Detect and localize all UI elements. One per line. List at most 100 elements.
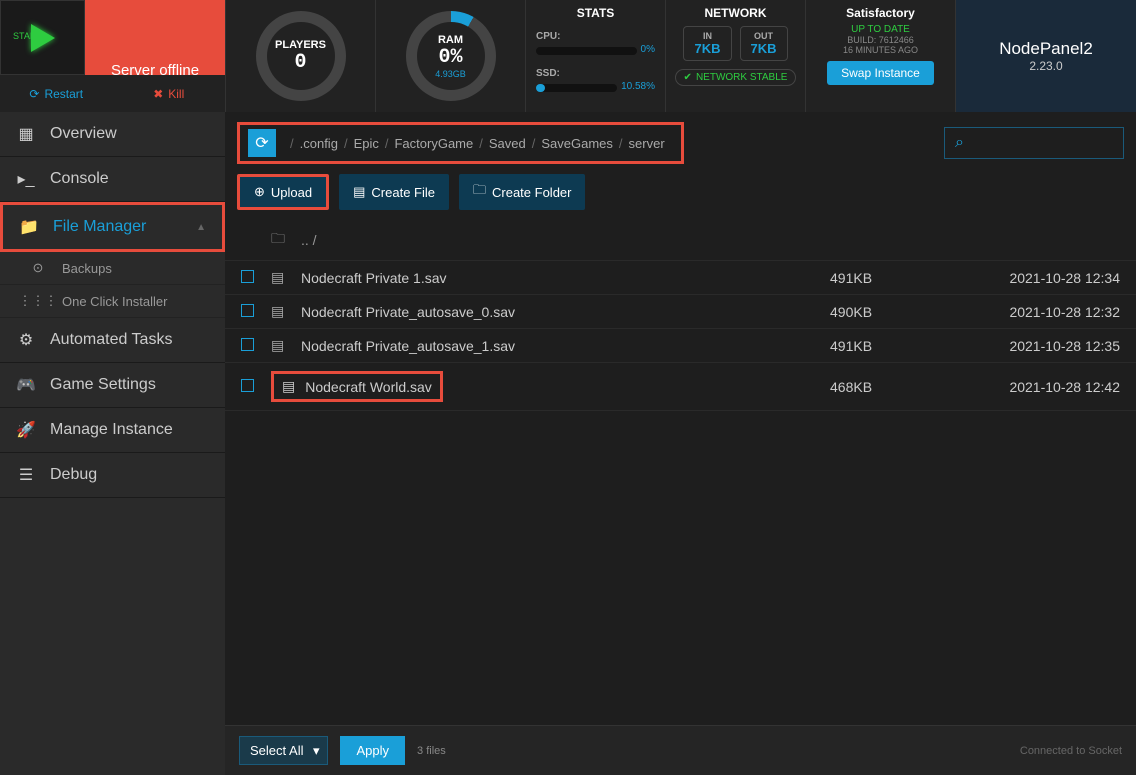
row-checkbox[interactable]: [241, 338, 254, 351]
cpu-label: CPU:: [536, 31, 560, 42]
brand-name: NodePanel2: [999, 39, 1093, 59]
players-label: PLAYERS: [275, 39, 326, 51]
sidebar-item-game-settings[interactable]: 🎮 Game Settings: [0, 363, 225, 408]
kill-label: Kill: [168, 87, 184, 101]
kill-button[interactable]: ✖ Kill: [113, 75, 226, 112]
sidebar-item-label: Game Settings: [50, 376, 156, 394]
breadcrumb: ⟳ /.config /Epic /FactoryGame /Saved /Sa…: [237, 122, 684, 164]
kill-icon: ✖: [153, 87, 163, 101]
upload-button[interactable]: ⊕ Upload: [237, 174, 329, 210]
apply-button[interactable]: Apply: [340, 736, 405, 765]
swap-instance-button[interactable]: Swap Instance: [827, 61, 934, 85]
file-size: 491KB: [830, 338, 970, 354]
network-stable-badge: ✔ NETWORK STABLE: [675, 69, 797, 86]
game-status: UP TO DATE: [812, 24, 949, 35]
create-folder-label: Create Folder: [492, 185, 571, 200]
ssd-label: SSD:: [536, 68, 560, 79]
file-icon: ▤: [271, 337, 301, 354]
search-input[interactable]: ⌕: [944, 127, 1124, 159]
brand-block: NodePanel2 2.23.0: [955, 0, 1136, 112]
file-icon: ▤: [271, 269, 301, 286]
chevron-up-icon: ▲: [196, 222, 206, 233]
up-directory-row[interactable]: 🗀 .. /: [225, 220, 1136, 261]
ram-sub: 4.93GB: [435, 69, 466, 79]
file-icon: ▤: [271, 303, 301, 320]
sidebar-item-label: Backups: [62, 261, 112, 276]
game-build: BUILD: 7612466: [812, 35, 949, 45]
sidebar-item-label: File Manager: [53, 218, 146, 236]
file-row[interactable]: ▤ Nodecraft Private_autosave_1.sav 491KB…: [225, 329, 1136, 363]
gamepad-icon: 🎮: [16, 375, 36, 395]
network-out: OUT 7KB: [740, 26, 788, 61]
players-gauge: PLAYERS 0: [225, 0, 375, 112]
file-size: 468KB: [830, 379, 970, 395]
row-checkbox[interactable]: [241, 304, 254, 317]
ssd-pct: 10.58%: [621, 81, 655, 92]
sidebar-item-label: Automated Tasks: [50, 331, 172, 349]
folder-icon: 🗀: [271, 228, 301, 252]
sidebar-item-label: Manage Instance: [50, 421, 173, 439]
highlighted-file: ▤ Nodecraft World.sav: [271, 371, 443, 402]
sidebar-item-label: Overview: [50, 125, 117, 143]
file-row[interactable]: ▤ Nodecraft Private_autosave_0.sav 490KB…: [225, 295, 1136, 329]
installer-icon: ⋮⋮⋮: [28, 293, 48, 309]
breadcrumb-path[interactable]: /.config /Epic /FactoryGame /Saved /Save…: [282, 136, 673, 151]
network-title: NETWORK: [672, 6, 799, 20]
file-date: 2021-10-28 12:32: [970, 304, 1120, 320]
sidebar-item-backups[interactable]: ⊙ Backups: [0, 252, 225, 285]
network-block: NETWORK IN 7KB OUT 7KB ✔ NETWORK STABLE: [665, 0, 805, 112]
folder-icon: 📁: [19, 217, 39, 237]
create-folder-button[interactable]: 🗀 Create Folder: [459, 174, 586, 210]
start-button[interactable]: START: [0, 0, 85, 75]
tasks-icon: ⚙: [16, 330, 36, 350]
sidebar: ▦ Overview ▸_ Console 📁 File Manager ▲ ⊙…: [0, 112, 225, 775]
ram-label: RAM: [438, 34, 463, 46]
footer: Select All Apply 3 files Connected to So…: [225, 725, 1136, 775]
file-date: 2021-10-28 12:34: [970, 270, 1120, 286]
file-table: 🗀 .. / ▤ Nodecraft Private 1.sav 491KB 2…: [225, 220, 1136, 725]
backup-icon: ⊙: [28, 260, 48, 276]
cpu-pct: 0%: [641, 44, 655, 55]
grid-icon: ▦: [16, 124, 36, 144]
sidebar-item-automated-tasks[interactable]: ⚙ Automated Tasks: [0, 318, 225, 363]
create-file-button[interactable]: ▤ Create File: [339, 174, 449, 210]
file-size: 491KB: [830, 270, 970, 286]
sidebar-item-one-click-installer[interactable]: ⋮⋮⋮ One Click Installer: [0, 285, 225, 318]
game-time: 16 MINUTES AGO: [812, 45, 949, 55]
sidebar-item-label: One Click Installer: [62, 294, 167, 309]
sidebar-item-manage-instance[interactable]: 🚀 Manage Instance: [0, 408, 225, 453]
restart-icon: ⟳: [29, 87, 39, 101]
folder-icon: 🗀: [473, 181, 486, 203]
row-checkbox[interactable]: [241, 270, 254, 283]
sidebar-item-label: Debug: [50, 466, 97, 484]
network-in: IN 7KB: [683, 26, 731, 61]
select-all-dropdown[interactable]: Select All: [239, 736, 328, 765]
game-block: Satisfactory UP TO DATE BUILD: 7612466 1…: [805, 0, 955, 112]
stats-title: STATS: [536, 6, 655, 20]
restart-label: Restart: [44, 87, 83, 101]
sidebar-item-debug[interactable]: ☰ Debug: [0, 453, 225, 498]
sidebar-item-file-manager[interactable]: 📁 File Manager ▲: [0, 202, 225, 252]
sidebar-item-console[interactable]: ▸_ Console: [0, 157, 225, 202]
restart-button[interactable]: ⟳ Restart: [0, 75, 113, 112]
upload-icon: ⊕: [254, 184, 265, 200]
file-icon: ▤: [282, 378, 295, 395]
file-name: Nodecraft Private_autosave_0.sav: [301, 304, 830, 320]
refresh-button[interactable]: ⟳: [248, 129, 276, 157]
ram-value: 0%: [438, 46, 462, 69]
terminal-icon: ▸_: [16, 169, 36, 189]
brand-version: 2.23.0: [1029, 59, 1062, 73]
content: ⟳ /.config /Epic /FactoryGame /Saved /Sa…: [225, 112, 1136, 775]
sidebar-item-label: Console: [50, 170, 109, 188]
file-date: 2021-10-28 12:35: [970, 338, 1120, 354]
row-checkbox[interactable]: [241, 379, 254, 392]
sidebar-item-overview[interactable]: ▦ Overview: [0, 112, 225, 157]
players-value: 0: [294, 51, 306, 74]
check-icon: ✔: [684, 72, 692, 83]
up-label: .. /: [301, 232, 1120, 248]
file-row[interactable]: ▤ Nodecraft World.sav 468KB 2021-10-28 1…: [225, 363, 1136, 411]
file-row[interactable]: ▤ Nodecraft Private 1.sav 491KB 2021-10-…: [225, 261, 1136, 295]
game-title: Satisfactory: [812, 6, 949, 20]
list-icon: ☰: [16, 465, 36, 485]
file-size: 490KB: [830, 304, 970, 320]
